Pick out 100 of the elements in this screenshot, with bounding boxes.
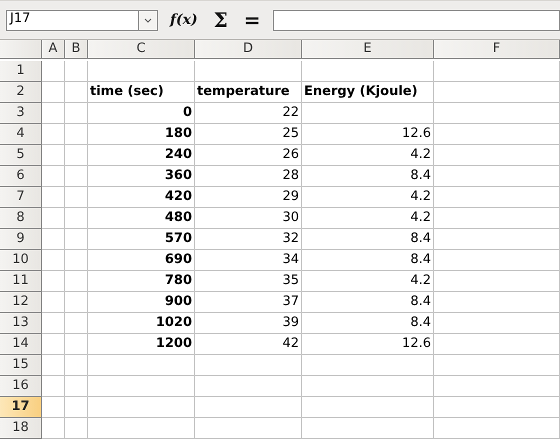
corner-cell[interactable]	[0, 40, 42, 59]
row-header[interactable]: 14	[0, 334, 42, 355]
row-header[interactable]: 9	[0, 229, 42, 250]
dropdown-button[interactable]	[138, 10, 158, 30]
table-cell[interactable]	[434, 397, 560, 418]
table-cell[interactable]	[65, 271, 88, 292]
table-cell[interactable]	[65, 208, 88, 229]
row-header[interactable]: 4	[0, 124, 42, 145]
table-cell[interactable]	[42, 376, 65, 397]
table-cell[interactable]	[65, 397, 88, 418]
table-cell[interactable]	[302, 61, 434, 82]
table-cell[interactable]	[42, 187, 65, 208]
sum-button[interactable]: Σ	[210, 8, 232, 32]
table-cell[interactable]	[42, 61, 65, 82]
table-cell[interactable]	[65, 166, 88, 187]
row-header[interactable]: 11	[0, 271, 42, 292]
row-header[interactable]: 12	[0, 292, 42, 313]
function-wizard-button[interactable]: f(x)	[166, 12, 202, 28]
table-cell[interactable]	[434, 166, 560, 187]
table-cell[interactable]	[434, 313, 560, 334]
table-cell[interactable]	[434, 334, 560, 355]
table-cell[interactable]	[65, 418, 88, 439]
table-cell[interactable]	[42, 250, 65, 271]
table-cell[interactable]	[42, 82, 65, 103]
table-cell[interactable]	[434, 292, 560, 313]
table-cell[interactable]	[42, 229, 65, 250]
table-cell[interactable]	[88, 376, 195, 397]
formula-input[interactable]	[272, 10, 560, 30]
row-header[interactable]: 10	[0, 250, 42, 271]
table-cell[interactable]	[42, 166, 65, 187]
table-cell[interactable]	[434, 208, 560, 229]
table-cell[interactable]	[42, 355, 65, 376]
column-header[interactable]: E	[302, 40, 434, 59]
table-cell[interactable]	[302, 397, 434, 418]
table-cell[interactable]	[195, 376, 302, 397]
table-cell[interactable]	[42, 334, 65, 355]
table-cell[interactable]	[42, 292, 65, 313]
table-cell[interactable]	[434, 61, 560, 82]
table-cell[interactable]	[434, 82, 560, 103]
table-cell[interactable]	[434, 250, 560, 271]
row-header[interactable]: 5	[0, 145, 42, 166]
table-cell[interactable]	[195, 355, 302, 376]
table-cell[interactable]	[302, 103, 434, 124]
table-cell[interactable]	[434, 145, 560, 166]
table-cell[interactable]	[42, 208, 65, 229]
table-cell[interactable]	[42, 313, 65, 334]
table-cell[interactable]	[65, 124, 88, 145]
table-cell[interactable]	[195, 61, 302, 82]
table-cell[interactable]	[434, 355, 560, 376]
formula-button[interactable]: =	[240, 8, 265, 32]
table-cell[interactable]	[42, 418, 65, 439]
table-cell[interactable]	[65, 334, 88, 355]
table-cell[interactable]	[434, 187, 560, 208]
table-cell[interactable]	[65, 82, 88, 103]
table-cell[interactable]	[302, 418, 434, 439]
table-cell[interactable]	[88, 61, 195, 82]
row-header[interactable]: 7	[0, 187, 42, 208]
column-header[interactable]: D	[195, 40, 302, 59]
row-header[interactable]: 15	[0, 355, 42, 376]
table-cell[interactable]	[65, 250, 88, 271]
row-header[interactable]: 18	[0, 418, 42, 439]
table-cell[interactable]	[88, 418, 195, 439]
table-cell[interactable]	[88, 397, 195, 418]
table-cell[interactable]	[65, 61, 88, 82]
table-cell[interactable]	[42, 397, 65, 418]
column-header[interactable]: C	[88, 40, 195, 59]
row-header[interactable]: 16	[0, 376, 42, 397]
table-cell[interactable]	[65, 229, 88, 250]
table-cell[interactable]	[434, 229, 560, 250]
table-cell[interactable]	[302, 355, 434, 376]
table-cell[interactable]	[434, 418, 560, 439]
row-header[interactable]: 13	[0, 313, 42, 334]
table-cell[interactable]	[42, 124, 65, 145]
table-cell[interactable]	[195, 418, 302, 439]
table-cell[interactable]	[434, 124, 560, 145]
row-header[interactable]: 2	[0, 82, 42, 103]
table-cell[interactable]	[42, 271, 65, 292]
table-cell[interactable]	[88, 355, 195, 376]
table-cell[interactable]	[434, 376, 560, 397]
column-header[interactable]: B	[65, 40, 88, 59]
column-header[interactable]: F	[434, 40, 560, 59]
table-cell[interactable]	[65, 355, 88, 376]
table-cell[interactable]	[42, 103, 65, 124]
row-header[interactable]: 8	[0, 208, 42, 229]
name-box[interactable]: J17	[6, 10, 138, 30]
row-header[interactable]: 17	[0, 397, 42, 418]
table-cell[interactable]	[65, 145, 88, 166]
table-cell[interactable]	[42, 145, 65, 166]
table-cell[interactable]	[302, 376, 434, 397]
table-cell[interactable]	[195, 397, 302, 418]
table-cell[interactable]	[434, 271, 560, 292]
row-header[interactable]: 1	[0, 61, 42, 82]
table-cell[interactable]	[65, 187, 88, 208]
row-header[interactable]: 6	[0, 166, 42, 187]
table-cell[interactable]	[434, 103, 560, 124]
table-cell[interactable]	[65, 313, 88, 334]
column-header[interactable]: A	[42, 40, 65, 59]
table-cell[interactable]	[65, 292, 88, 313]
table-cell[interactable]	[65, 103, 88, 124]
table-cell[interactable]	[65, 376, 88, 397]
